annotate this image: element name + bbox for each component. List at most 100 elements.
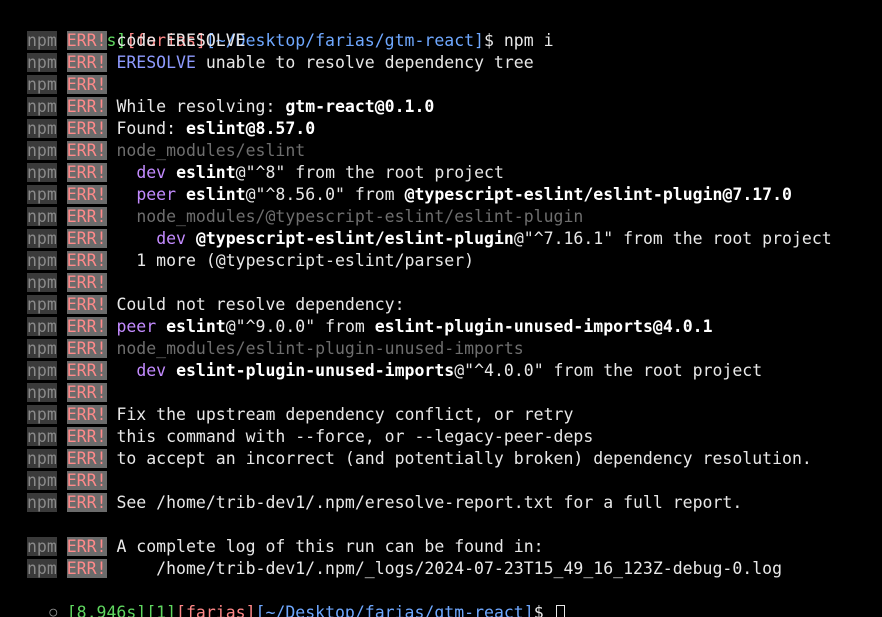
err-label: ERR! — [66, 229, 107, 248]
prompt-path: [~/Desktop/farias/gtm-react] — [255, 603, 534, 617]
npm-label: npm — [27, 31, 57, 50]
message-segment: node_modules/@typescript-eslint/eslint-p… — [136, 207, 584, 226]
line-gutter — [0, 74, 27, 96]
npm-label: npm — [27, 229, 57, 248]
npm-label: npm — [27, 449, 57, 468]
message-segment — [116, 163, 136, 182]
idle-status-icon: ○ — [49, 605, 58, 617]
err-label: ERR! — [66, 493, 107, 512]
npm-label: npm — [27, 75, 57, 94]
line-gutter — [0, 536, 27, 558]
npm-err-line: npm ERR! Could not resolve dependency: — [0, 294, 882, 316]
err-label: ERR! — [66, 251, 107, 270]
line-gutter — [0, 382, 27, 404]
npm-label: npm — [27, 185, 57, 204]
npm-label: npm — [27, 383, 57, 402]
message-segment: unable to resolve dependency tree — [195, 53, 534, 72]
message-segment: dev — [156, 229, 186, 248]
message-segment — [116, 361, 136, 380]
text-cursor[interactable] — [555, 604, 565, 617]
err-label: ERR! — [66, 537, 107, 556]
npm-err-line: npm ERR! dev eslint@"^8" from the root p… — [0, 162, 882, 184]
npm-err-line: npm ERR! — [0, 470, 882, 492]
npm-err-line: npm ERR! this command with --force, or -… — [0, 426, 882, 448]
message-segment — [156, 317, 166, 336]
prompt-symbol: $ — [533, 603, 544, 617]
message-segment: peer — [136, 185, 177, 204]
message-segment: @"^8" from the root project — [235, 163, 504, 182]
line-gutter — [0, 448, 27, 470]
line-gutter — [0, 184, 27, 206]
message-segment: gtm-react@0.1.0 — [285, 97, 435, 116]
npm-err-line: npm ERR! While resolving: gtm-react@0.1.… — [0, 96, 882, 118]
line-gutter — [0, 404, 27, 426]
message-segment: @"^8.56.0" from — [245, 185, 405, 204]
npm-err-line: npm ERR! dev @typescript-eslint/eslint-p… — [0, 228, 882, 250]
npm-err-line: npm ERR! node_modules/eslint-plugin-unus… — [0, 338, 882, 360]
npm-label: npm — [27, 537, 57, 556]
npm-label: npm — [27, 141, 57, 160]
terminal-window[interactable]: ⊗[36ms][farias][~/Desktop/farias/gtm-rea… — [0, 0, 882, 617]
prompt-line-2[interactable]: ○ [8,946s][1][farias][~/Desktop/farias/gt… — [0, 580, 882, 617]
err-label: ERR! — [66, 273, 107, 292]
message-segment: /home/trib-dev1/.npm/_logs/2024-07-23T15… — [116, 559, 783, 578]
message-segment: eslint — [166, 317, 226, 336]
npm-label: npm — [27, 251, 57, 270]
err-label: ERR! — [66, 559, 107, 578]
npm-err-line: npm ERR! Fix the upstream dependency con… — [0, 404, 882, 426]
message-segment: eslint-plugin-unused-imports@4.0.1 — [374, 317, 713, 336]
line-gutter — [0, 162, 27, 184]
err-label: ERR! — [66, 317, 107, 336]
message-segment: Found: — [116, 119, 186, 138]
npm-err-line: npm ERR! node_modules/@typescript-eslint… — [0, 206, 882, 228]
message-segment: peer — [116, 317, 157, 336]
npm-err-line: npm ERR! 1 more (@typescript-eslint/pars… — [0, 250, 882, 272]
message-segment: code ERESOLVE — [116, 31, 246, 50]
message-segment: @typescript-eslint/eslint-plugin@7.17.0 — [404, 185, 792, 204]
line-gutter — [0, 96, 27, 118]
npm-err-line: npm ERR! code ERESOLVE — [0, 30, 882, 52]
message-segment: eslint — [176, 163, 236, 182]
err-label: ERR! — [66, 295, 107, 314]
err-label: ERR! — [66, 207, 107, 226]
npm-label: npm — [27, 405, 57, 424]
message-segment: eslint-plugin-unused-imports — [176, 361, 455, 380]
message-segment — [186, 229, 196, 248]
line-gutter — [0, 250, 27, 272]
message-segment: While resolving: — [116, 97, 286, 116]
npm-label: npm — [27, 163, 57, 182]
err-label: ERR! — [66, 449, 107, 468]
npm-label: npm — [27, 53, 57, 72]
err-label: ERR! — [66, 53, 107, 72]
message-segment — [166, 361, 176, 380]
line-gutter — [0, 140, 27, 162]
message-segment: Could not resolve dependency: — [116, 295, 405, 314]
err-label: ERR! — [66, 97, 107, 116]
message-segment: 1 more (@typescript-eslint/parser) — [116, 251, 475, 270]
npm-label: npm — [27, 317, 57, 336]
npm-label: npm — [27, 97, 57, 116]
err-label: ERR! — [66, 339, 107, 358]
line-gutter — [0, 52, 27, 74]
message-segment — [116, 207, 136, 226]
npm-err-line: npm ERR! to accept an incorrect (and pot… — [0, 448, 882, 470]
prompt-duration: [8,946s] — [66, 603, 147, 617]
npm-label: npm — [27, 559, 57, 578]
prompt-job-count: [1] — [146, 603, 177, 617]
err-label: ERR! — [66, 361, 107, 380]
npm-label: npm — [27, 273, 57, 292]
err-label: ERR! — [66, 383, 107, 402]
message-segment: eslint — [186, 185, 246, 204]
line-gutter — [0, 228, 27, 250]
err-label: ERR! — [66, 427, 107, 446]
npm-label: npm — [27, 295, 57, 314]
message-segment: this command with --force, or --legacy-p… — [116, 427, 594, 446]
prompt-line-1: ⊗[36ms][farias][~/Desktop/farias/gtm-rea… — [0, 8, 882, 50]
prompt-user: [farias] — [176, 603, 256, 617]
npm-label: npm — [27, 471, 57, 490]
message-segment: node_modules/eslint-plugin-unused-import… — [116, 339, 524, 358]
message-segment: dev — [136, 361, 167, 380]
npm-err-line: npm ERR! Found: eslint@8.57.0 — [0, 118, 882, 140]
npm-err-line: npm ERR! peer eslint@"^8.56.0" from @typ… — [0, 184, 882, 206]
